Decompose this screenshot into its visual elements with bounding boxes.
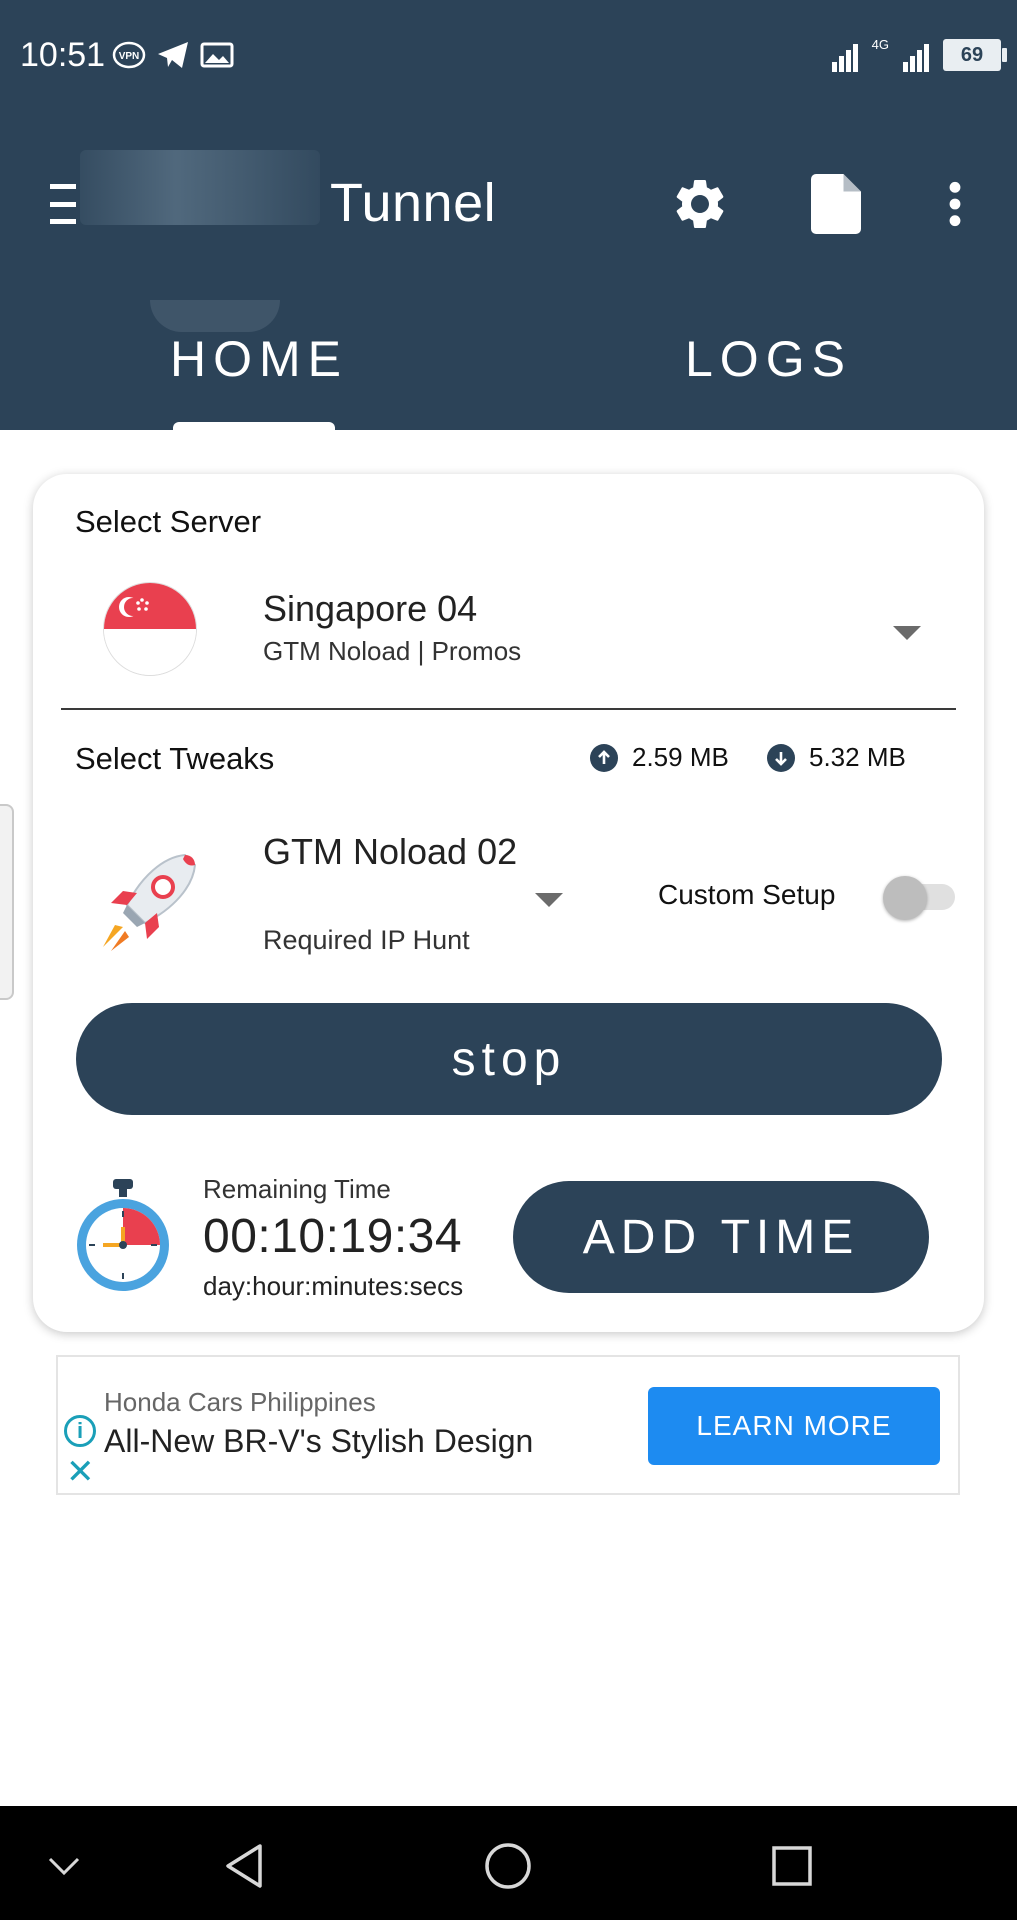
connection-card: Select Server Singapore 04 GTM Noload | …: [33, 474, 984, 1332]
tab-active-indicator: [173, 422, 335, 432]
download-value: 5.32 MB: [809, 742, 906, 772]
singapore-flag-icon: [103, 582, 197, 676]
server-selector[interactable]: Singapore 04 GTM Noload | Promos: [103, 574, 943, 684]
app-title: Tunnel: [330, 173, 497, 233]
tab-home[interactable]: HOME: [170, 330, 348, 388]
home-icon[interactable]: [478, 1836, 538, 1896]
toolbar: Tunnel: [0, 150, 1017, 260]
add-time-button[interactable]: ADD TIME: [513, 1181, 929, 1293]
select-server-label: Select Server: [75, 504, 262, 539]
telegram-icon: [158, 42, 188, 68]
app-screen: 10:51 VPN 4G 69 Tunnel HOME LOGS Select …: [0, 0, 1017, 1920]
upload-arrow-icon: [590, 743, 618, 772]
vpn-icon: VPN: [112, 41, 146, 69]
custom-setup-toggle[interactable]: [883, 876, 955, 920]
app-header: 10:51 VPN 4G 69 Tunnel HOME LOGS: [0, 0, 1017, 432]
remaining-time-label: Remaining Time: [203, 1174, 391, 1204]
svg-text:VPN: VPN: [119, 51, 140, 62]
4g-signal-icon: 4G: [871, 37, 889, 52]
tab-bar: HOME LOGS: [0, 320, 1017, 432]
tweak-subtitle: Required IP Hunt: [263, 925, 470, 955]
divider: [61, 708, 956, 710]
document-icon[interactable]: [806, 172, 866, 236]
signal-icon: [831, 38, 858, 72]
app-logo: [80, 150, 320, 225]
rocket-icon: [103, 853, 197, 951]
status-time: 10:51: [20, 36, 106, 74]
tab-logs[interactable]: LOGS: [685, 330, 852, 388]
close-icon[interactable]: ✕: [66, 1455, 95, 1489]
status-system-icons: 4G 69: [831, 37, 1007, 72]
gear-icon[interactable]: [670, 172, 730, 236]
chevron-down-icon[interactable]: [893, 626, 921, 640]
4g-signal-icon-2: [903, 38, 929, 72]
download-stat: 5.32 MB: [767, 742, 906, 773]
server-name: Singapore 04: [263, 588, 478, 629]
custom-setup-label: Custom Setup: [658, 879, 836, 910]
upload-value: 2.59 MB: [632, 742, 729, 772]
server-subtitle: GTM Noload | Promos: [263, 636, 522, 666]
ad-banner[interactable]: i ✕ Honda Cars Philippines All-New BR-V'…: [56, 1355, 960, 1495]
select-tweaks-label: Select Tweaks: [75, 741, 275, 776]
gallery-icon: [200, 42, 234, 68]
learn-more-button[interactable]: LEARN MORE: [648, 1387, 940, 1465]
chevron-down-icon[interactable]: [34, 1836, 94, 1896]
status-bar: 10:51 VPN 4G 69: [0, 0, 1017, 110]
stop-button[interactable]: stop: [76, 1003, 942, 1115]
status-notification-icons: VPN: [112, 40, 234, 70]
ad-advertiser: Honda Cars Philippines: [104, 1387, 376, 1417]
system-nav-bar: [0, 1806, 1017, 1920]
recents-icon[interactable]: [762, 1836, 822, 1896]
battery-icon: 69: [943, 39, 1007, 71]
remaining-time-format: day:hour:minutes:secs: [203, 1271, 464, 1301]
chevron-down-icon[interactable]: [535, 893, 563, 907]
menu-icon[interactable]: [50, 184, 80, 224]
side-drawer-handle[interactable]: [0, 804, 14, 1000]
ad-headline: All-New BR-V's Stylish Design: [104, 1423, 534, 1459]
back-icon[interactable]: [214, 1836, 274, 1896]
more-vertical-icon[interactable]: [925, 172, 985, 236]
info-icon[interactable]: i: [64, 1415, 96, 1447]
remaining-time-value: 00:10:19:34: [203, 1210, 463, 1263]
upload-stat: 2.59 MB: [590, 742, 729, 773]
tweak-selector[interactable]: GTM Noload 02 Required IP Hunt Custom Se…: [93, 829, 955, 969]
stopwatch-icon: [77, 1179, 169, 1291]
download-arrow-icon: [767, 743, 795, 772]
tweak-name: GTM Noload 02: [263, 831, 518, 872]
